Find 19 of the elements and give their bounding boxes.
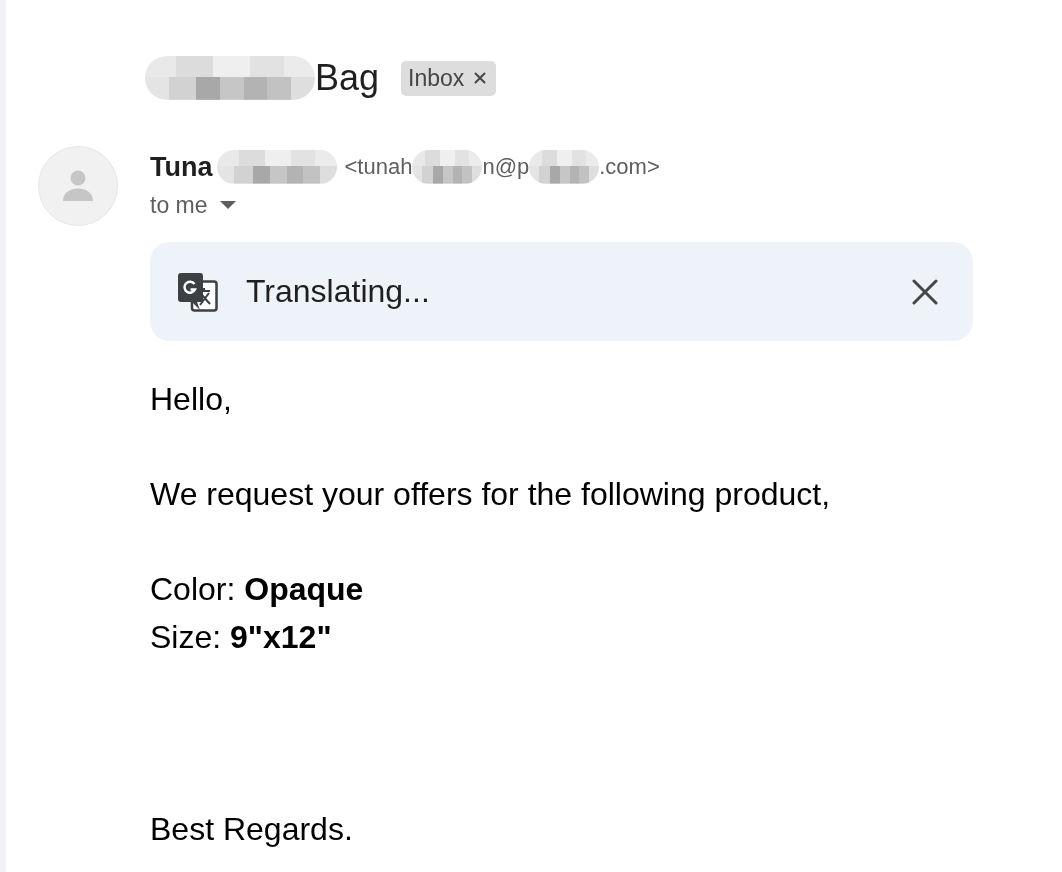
subject-text: Bag [315,56,380,100]
closing-text: Best Regards. [150,810,353,849]
recipient-text: to me [150,191,208,219]
body-text: Color: Opaque [150,570,364,609]
sender-email: n@p [482,154,530,180]
close-icon[interactable] [474,72,487,84]
caret-icon[interactable] [219,201,236,209]
translate-icon [178,271,218,312]
translation-status: Translating... [246,273,430,310]
sender-email: <tunah [344,154,413,180]
pixelated-redaction [412,150,483,184]
sender-email: .com> [599,154,660,180]
sender-name: Tuna [150,151,213,183]
body-text: We request your offers for the following product, [150,475,831,514]
label-chip[interactable]: Inbox [401,60,497,96]
body-text: Size: 9"x12" [150,617,332,657]
body-text: Hello, [150,380,232,419]
pixelated-redaction [529,150,600,184]
close-icon[interactable] [912,278,938,305]
